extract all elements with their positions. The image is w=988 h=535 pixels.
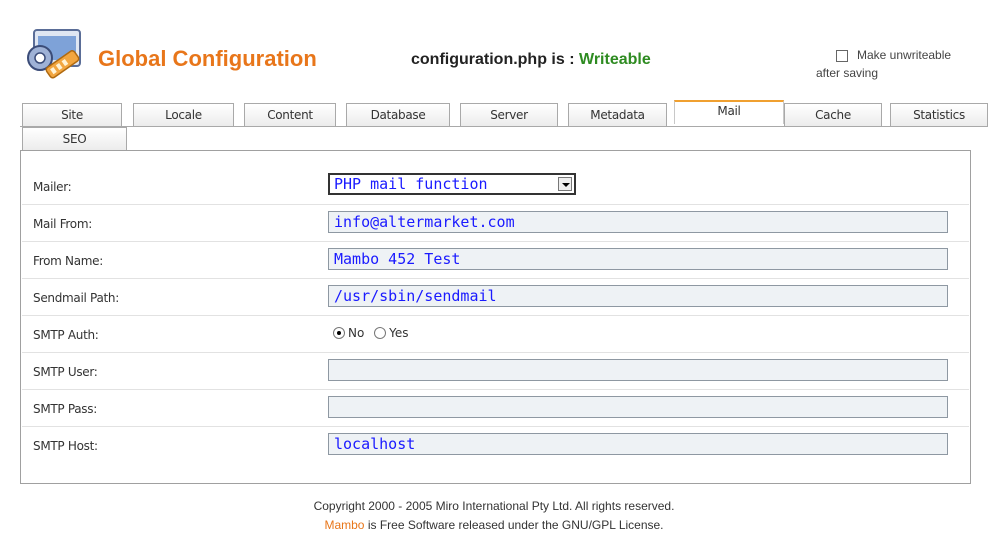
from-name-input[interactable]: Mambo 452 Test xyxy=(328,248,948,270)
mail-from-input[interactable]: info@altermarket.com xyxy=(328,211,948,233)
mailer-selected-value: PHP mail function xyxy=(334,175,488,193)
smtp-auth-radio-group: No Yes xyxy=(333,326,415,340)
tabs-divider xyxy=(20,126,988,127)
mambo-link[interactable]: Mambo xyxy=(324,518,364,532)
from-name-row: From Name: Mambo 452 Test xyxy=(22,242,969,279)
smtp-auth-no-label[interactable]: No xyxy=(348,326,364,340)
tab-statistics[interactable]: Statistics xyxy=(890,103,988,127)
smtp-user-label: SMTP User: xyxy=(33,365,98,379)
mailer-select[interactable]: PHP mail function xyxy=(328,173,576,195)
smtp-pass-label: SMTP Pass: xyxy=(33,402,97,416)
make-unwriteable-label-cont: after saving xyxy=(816,66,879,80)
copyright-text: Copyright 2000 - 2005 Miro International… xyxy=(313,499,675,513)
smtp-auth-label: SMTP Auth: xyxy=(33,328,99,342)
smtp-auth-row: SMTP Auth: No Yes xyxy=(22,316,969,353)
smtp-host-input[interactable]: localhost xyxy=(328,433,948,455)
license-text: Mambo is Free Software released under th… xyxy=(0,516,988,535)
smtp-user-row: SMTP User: xyxy=(22,353,969,390)
chevron-down-icon[interactable] xyxy=(558,177,572,191)
smtp-pass-row: SMTP Pass: xyxy=(22,390,969,427)
tab-metadata[interactable]: Metadata xyxy=(568,103,667,127)
sendmail-path-input[interactable]: /usr/sbin/sendmail xyxy=(328,285,948,307)
license-text-rest: is Free Software released under the GNU/… xyxy=(364,518,664,532)
mail-from-row: Mail From: info@altermarket.com xyxy=(22,205,969,242)
smtp-auth-yes-label[interactable]: Yes xyxy=(389,326,408,340)
cropped-top-text xyxy=(0,0,988,8)
tab-seo[interactable]: SEO xyxy=(22,127,127,151)
tab-mail[interactable]: Mail xyxy=(674,100,784,124)
smtp-user-input[interactable] xyxy=(328,359,948,381)
tab-database[interactable]: Database xyxy=(346,103,450,127)
smtp-host-row: SMTP Host: localhost xyxy=(22,427,969,464)
smtp-pass-input[interactable] xyxy=(328,396,948,418)
configuration-logo-icon xyxy=(27,29,81,79)
tab-locale[interactable]: Locale xyxy=(133,103,234,127)
make-unwriteable-option: Make unwriteable after saving xyxy=(816,48,988,90)
config-status-prefix: configuration.php is : xyxy=(411,51,575,68)
footer: Copyright 2000 - 2005 Miro International… xyxy=(0,497,988,535)
from-name-label: From Name: xyxy=(33,254,103,268)
mailer-row: Mailer: PHP mail function xyxy=(22,168,969,205)
smtp-auth-no-radio[interactable] xyxy=(333,327,345,339)
tab-site[interactable]: Site xyxy=(22,103,122,127)
mail-from-label: Mail From: xyxy=(33,217,92,231)
make-unwriteable-checkbox[interactable] xyxy=(836,50,848,62)
tab-content[interactable]: Content xyxy=(244,103,336,127)
tab-server[interactable]: Server xyxy=(460,103,558,127)
mailer-label: Mailer: xyxy=(33,180,72,194)
make-unwriteable-label: Make unwriteable xyxy=(857,48,952,62)
page-title: Global Configuration xyxy=(98,46,317,71)
smtp-host-label: SMTP Host: xyxy=(33,439,98,453)
sendmail-path-row: Sendmail Path: /usr/sbin/sendmail xyxy=(22,279,969,316)
writeable-status: Writeable xyxy=(579,51,651,68)
tab-cache[interactable]: Cache xyxy=(784,103,882,127)
sendmail-path-label: Sendmail Path: xyxy=(33,291,119,305)
smtp-auth-yes-radio[interactable] xyxy=(374,327,387,339)
config-file-status: configuration.php is : Writeable xyxy=(411,51,651,69)
mail-settings-panel: Mailer: PHP mail function Mail From: inf… xyxy=(20,150,971,484)
